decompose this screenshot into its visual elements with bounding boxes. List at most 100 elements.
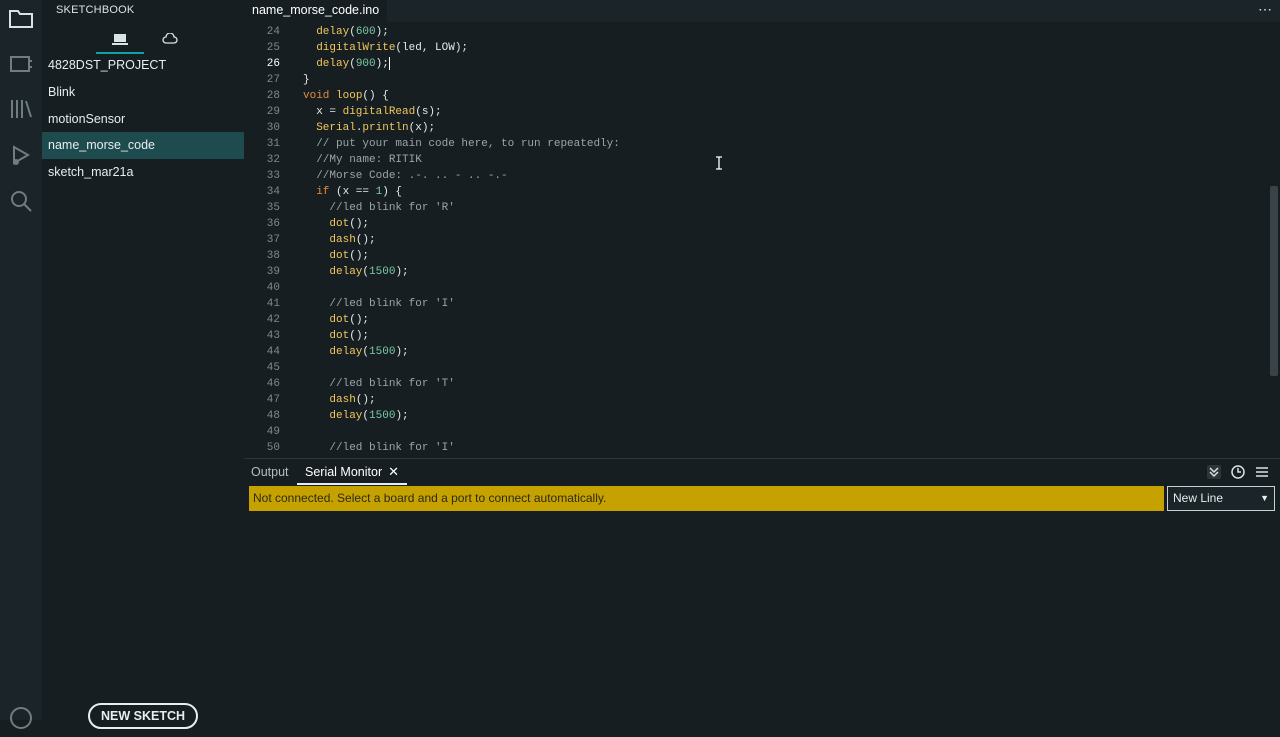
code-line[interactable]: 49 bbox=[244, 424, 1264, 440]
code-line[interactable]: 27} bbox=[244, 72, 1264, 88]
code-line[interactable]: 36 dot(); bbox=[244, 216, 1264, 232]
line-number: 34 bbox=[266, 186, 280, 198]
code-token: //led blink for 'I' bbox=[303, 442, 455, 454]
tab-local-sketchbook[interactable] bbox=[96, 26, 144, 54]
line-number: 36 bbox=[266, 218, 280, 230]
tab-output[interactable]: Output bbox=[251, 459, 289, 483]
code-line[interactable]: 45 bbox=[244, 360, 1264, 376]
line-content: delay(900); bbox=[303, 56, 390, 72]
code-token: 1500 bbox=[369, 410, 396, 422]
line-content: dot(); bbox=[303, 312, 369, 328]
code-line[interactable]: 40 bbox=[244, 280, 1264, 296]
code-line[interactable]: 48 delay(1500); bbox=[244, 408, 1264, 424]
code-token: dot bbox=[329, 314, 350, 326]
line-content: //led blink for 'I' bbox=[303, 440, 455, 456]
line-content: dot(); bbox=[303, 248, 369, 264]
code-token: dot bbox=[329, 218, 350, 230]
tab-serial-monitor[interactable]: Serial Monitor ✕ bbox=[297, 459, 408, 485]
line-content: dot(); bbox=[303, 216, 369, 232]
boards-icon[interactable] bbox=[7, 50, 35, 78]
line-content: //led blink for 'I' bbox=[303, 296, 455, 312]
library-icon[interactable] bbox=[7, 95, 35, 123]
line-content: if (x == 1) { bbox=[303, 184, 402, 200]
code-line[interactable]: 43 dot(); bbox=[244, 328, 1264, 344]
code-token: Serial bbox=[316, 122, 356, 134]
toggle-autoscroll-icon[interactable] bbox=[1205, 463, 1223, 481]
code-token: 900 bbox=[355, 58, 376, 70]
code-line[interactable]: 47 dash(); bbox=[244, 392, 1264, 408]
code-line[interactable]: 31 // put your main code here, to run re… bbox=[244, 136, 1264, 152]
code-token: delay bbox=[329, 266, 363, 278]
close-icon[interactable]: ✕ bbox=[388, 459, 399, 485]
code-token: dot bbox=[329, 250, 350, 262]
sketch-item-motionsensor[interactable]: motionSensor bbox=[42, 106, 244, 133]
sketch-item-4828dst-project[interactable]: 4828DST_PROJECT bbox=[42, 52, 244, 79]
code-token: loop bbox=[336, 90, 363, 102]
line-number: 44 bbox=[266, 346, 280, 358]
code-line[interactable]: 46 //led blink for 'T' bbox=[244, 376, 1264, 392]
code-line[interactable]: 39 delay(1500); bbox=[244, 264, 1264, 280]
line-content: //led blink for 'R' bbox=[303, 200, 455, 216]
line-content: //led blink for 'T' bbox=[303, 376, 454, 392]
code-line[interactable]: 44 delay(1500); bbox=[244, 344, 1264, 360]
code-token: if bbox=[316, 186, 330, 198]
line-number: 24 bbox=[266, 26, 280, 38]
line-number: 45 bbox=[266, 362, 280, 374]
line-number: 37 bbox=[266, 234, 280, 246]
code-line[interactable]: 30 Serial.println(x); bbox=[244, 120, 1264, 136]
code-line[interactable]: 29 x = digitalRead(s); bbox=[244, 104, 1264, 120]
sketch-item-name-morse-code[interactable]: name_morse_code bbox=[42, 132, 244, 160]
code-line[interactable]: 25 digitalWrite(led, LOW); bbox=[244, 40, 1264, 56]
code-line[interactable]: 28 void loop() { bbox=[244, 88, 1264, 104]
code-line[interactable]: 32 //My name: RITIK bbox=[244, 152, 1264, 168]
line-content: //My name: RITIK bbox=[303, 152, 422, 168]
sketch-item-blink[interactable]: Blink bbox=[42, 79, 244, 106]
code-line[interactable]: 26 delay(900); bbox=[244, 56, 1264, 72]
code-token: digitalRead bbox=[342, 106, 416, 118]
more-actions-icon[interactable]: ⋯ bbox=[1258, 0, 1272, 18]
tab-cloud-sketchbook[interactable] bbox=[146, 26, 194, 52]
code-token: // put your main code here, to run repea… bbox=[303, 138, 620, 150]
code-line[interactable]: 38 dot(); bbox=[244, 248, 1264, 264]
code-token: 600 bbox=[355, 26, 376, 38]
code-line[interactable]: 24 delay(600); bbox=[244, 24, 1264, 40]
code-token: dash bbox=[329, 394, 356, 406]
line-number: 30 bbox=[266, 122, 280, 134]
account-icon[interactable] bbox=[7, 704, 35, 732]
line-number: 26 bbox=[266, 58, 280, 70]
editor-tab-bar: name_morse_code.ino ⋯ bbox=[244, 0, 1280, 22]
folder-icon[interactable] bbox=[7, 4, 35, 32]
code-line[interactable]: 41 //led blink for 'I' bbox=[244, 296, 1264, 312]
code-token: ); bbox=[395, 410, 409, 422]
code-line[interactable]: 37 dash(); bbox=[244, 232, 1264, 248]
timestamp-icon[interactable] bbox=[1229, 463, 1247, 481]
line-content: delay(1500); bbox=[303, 344, 408, 360]
tab-output-label: Output bbox=[251, 465, 289, 479]
line-ending-select[interactable]: New Line ▼ bbox=[1167, 486, 1275, 511]
tab-name-morse-code[interactable]: name_morse_code.ino bbox=[244, 0, 388, 22]
code-line[interactable]: 42 dot(); bbox=[244, 312, 1264, 328]
line-number: 39 bbox=[266, 266, 280, 278]
editor-scrollbar[interactable] bbox=[1270, 186, 1278, 376]
sketch-item-sketch-mar21a[interactable]: sketch_mar21a bbox=[42, 159, 244, 186]
code-line[interactable]: 35 //led blink for 'R' bbox=[244, 200, 1264, 216]
tab-serial-monitor-label: Serial Monitor bbox=[305, 465, 383, 479]
code-token: //led blink for 'I' bbox=[303, 298, 455, 310]
new-sketch-button[interactable]: NEW SKETCH bbox=[88, 703, 198, 729]
line-content: dot(); bbox=[303, 328, 369, 344]
search-icon[interactable] bbox=[7, 187, 35, 215]
code-line[interactable]: 50 //led blink for 'I' bbox=[244, 440, 1264, 456]
code-token: //led blink for 'R' bbox=[303, 202, 455, 214]
code-editor[interactable]: 24 delay(600); 25 digitalWrite(led, LOW);… bbox=[244, 24, 1264, 456]
code-line[interactable]: 34 if (x == 1) { bbox=[244, 184, 1264, 200]
code-token: 1500 bbox=[369, 266, 396, 278]
debug-icon[interactable] bbox=[7, 141, 35, 169]
text-caret bbox=[388, 56, 390, 70]
code-line[interactable]: 33 //Morse Code: .-. .. - .. -.- bbox=[244, 168, 1264, 184]
clear-output-icon[interactable] bbox=[1253, 463, 1271, 481]
code-token: ) { bbox=[382, 186, 403, 198]
